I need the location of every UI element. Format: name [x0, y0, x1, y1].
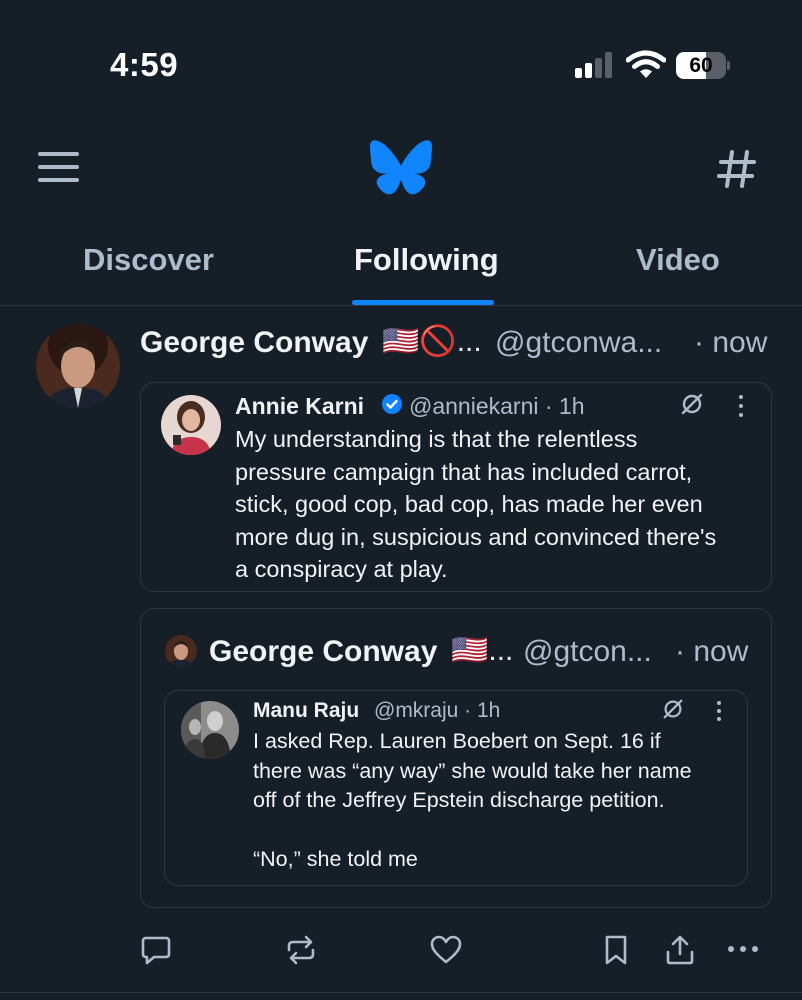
avatar[interactable] [36, 324, 120, 408]
more-options-icon[interactable] [715, 701, 723, 725]
divider [0, 992, 802, 993]
tab-video[interactable]: Video [636, 242, 720, 278]
butterfly-logo-icon[interactable] [370, 140, 432, 196]
battery-percent: 60 [689, 54, 713, 77]
tab-following[interactable]: Following [354, 242, 499, 278]
avatar[interactable] [181, 701, 239, 759]
quoted-post-text: I asked Rep. Lauren Boebert on Sept. 16 … [253, 729, 692, 871]
more-icon[interactable] [728, 946, 760, 954]
post-header: George Conway 🇺🇸🚫... @gtconwa... · now [140, 322, 780, 362]
bookmark-icon[interactable] [600, 934, 632, 966]
verified-badge-icon [382, 394, 402, 414]
quoted-author-handle[interactable]: @anniekarni · 1h [409, 393, 585, 420]
quoted-post-annie-karni[interactable]: Annie Karni @anniekarni · 1h My understa… [140, 382, 772, 592]
repost-icon[interactable] [285, 934, 317, 966]
quoted-author-handle[interactable]: @gtcon... [523, 635, 652, 669]
unlink-icon[interactable] [679, 391, 705, 417]
quoted-author-handle[interactable]: @mkraju · 1h [374, 699, 500, 723]
unlink-icon[interactable] [661, 697, 685, 721]
more-options-icon[interactable] [737, 395, 745, 419]
quoted-post-text: My understanding is that the relentless … [235, 426, 717, 582]
reply-icon[interactable] [140, 934, 172, 966]
nested-quoted-post-manu-raju[interactable]: Manu Raju @mkraju · 1h I asked Rep. Laur… [164, 690, 748, 886]
battery-icon: 60 [676, 52, 730, 79]
feed-tabs: Discover Following Video [0, 222, 802, 306]
author-handle[interactable]: @gtconwa... [495, 326, 662, 360]
wifi-icon [626, 50, 666, 78]
active-tab-indicator [352, 300, 494, 305]
quoted-author-name[interactable]: Annie Karni [235, 393, 364, 420]
like-icon[interactable] [430, 934, 462, 966]
status-time: 4:59 [110, 46, 179, 83]
author-flair: 🇺🇸🚫... [382, 325, 482, 358]
avatar[interactable] [165, 635, 197, 667]
author-flair: 🇺🇸... [451, 634, 514, 667]
quoted-author-name[interactable]: Manu Raju [253, 699, 359, 723]
status-bar: 4:59 60 [0, 0, 802, 120]
avatar[interactable] [161, 395, 221, 455]
quoted-post-timestamp[interactable]: · now [675, 635, 748, 669]
share-icon[interactable] [664, 934, 696, 966]
author-name[interactable]: George Conway [140, 326, 368, 360]
tab-discover[interactable]: Discover [83, 242, 214, 278]
quoted-author-name[interactable]: George Conway [209, 635, 437, 669]
post-timestamp[interactable]: · now [694, 326, 767, 360]
hamburger-menu-icon[interactable] [38, 150, 80, 184]
hashtag-icon[interactable] [716, 148, 758, 190]
cellular-signal-icon [575, 52, 615, 78]
